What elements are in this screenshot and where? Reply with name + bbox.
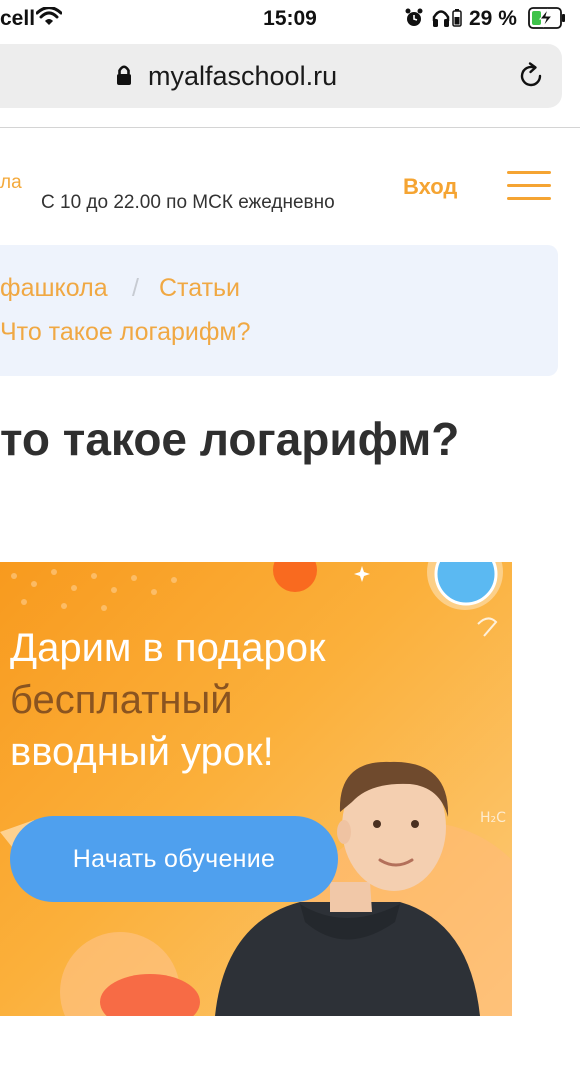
site-logo[interactable]: ла <box>0 172 22 194</box>
hamburger-menu-icon[interactable] <box>507 171 551 203</box>
login-link[interactable]: Вход <box>403 174 457 200</box>
toolbar-divider <box>0 127 580 128</box>
start-learning-button[interactable]: Начать обучение <box>10 816 338 902</box>
banner-heading: Дарим в подарок бесплатный вводный урок! <box>10 622 326 778</box>
alarm-icon <box>405 8 423 26</box>
battery-percent: 29 % <box>469 7 517 30</box>
battery-charging-icon <box>528 7 565 29</box>
breadcrumb-articles-link[interactable]: Статьи <box>159 274 240 303</box>
accessory-battery-icon <box>452 9 462 27</box>
page: cell 15:09 29 % myalfaschool.ru ла С 10 … <box>0 0 580 1080</box>
status-bar: cell 15:09 29 % <box>0 0 580 36</box>
banner-line-1: Дарим в подарок <box>10 626 326 670</box>
work-hours-text: С 10 до 22.00 по МСК ежедневно <box>41 192 335 213</box>
page-title: то такое логарифм? <box>0 413 460 465</box>
breadcrumb <box>0 245 558 376</box>
breadcrumb-separator: / <box>132 274 139 302</box>
url-text[interactable]: myalfaschool.ru <box>148 61 337 92</box>
promo-banner[interactable]: H₂C Дарим в подарок бесплатный вводный у… <box>0 562 512 1016</box>
breadcrumb-home-link[interactable]: фашкола <box>0 274 108 303</box>
banner-line-3: вводный урок! <box>10 730 274 774</box>
banner-line-2: бесплатный <box>10 678 233 722</box>
lock-icon <box>117 65 131 85</box>
headphones-icon <box>432 10 450 27</box>
breadcrumb-current: Что такое логарифм? <box>0 318 251 346</box>
svg-text:H₂C: H₂C <box>480 810 506 826</box>
reload-icon[interactable] <box>516 61 546 91</box>
